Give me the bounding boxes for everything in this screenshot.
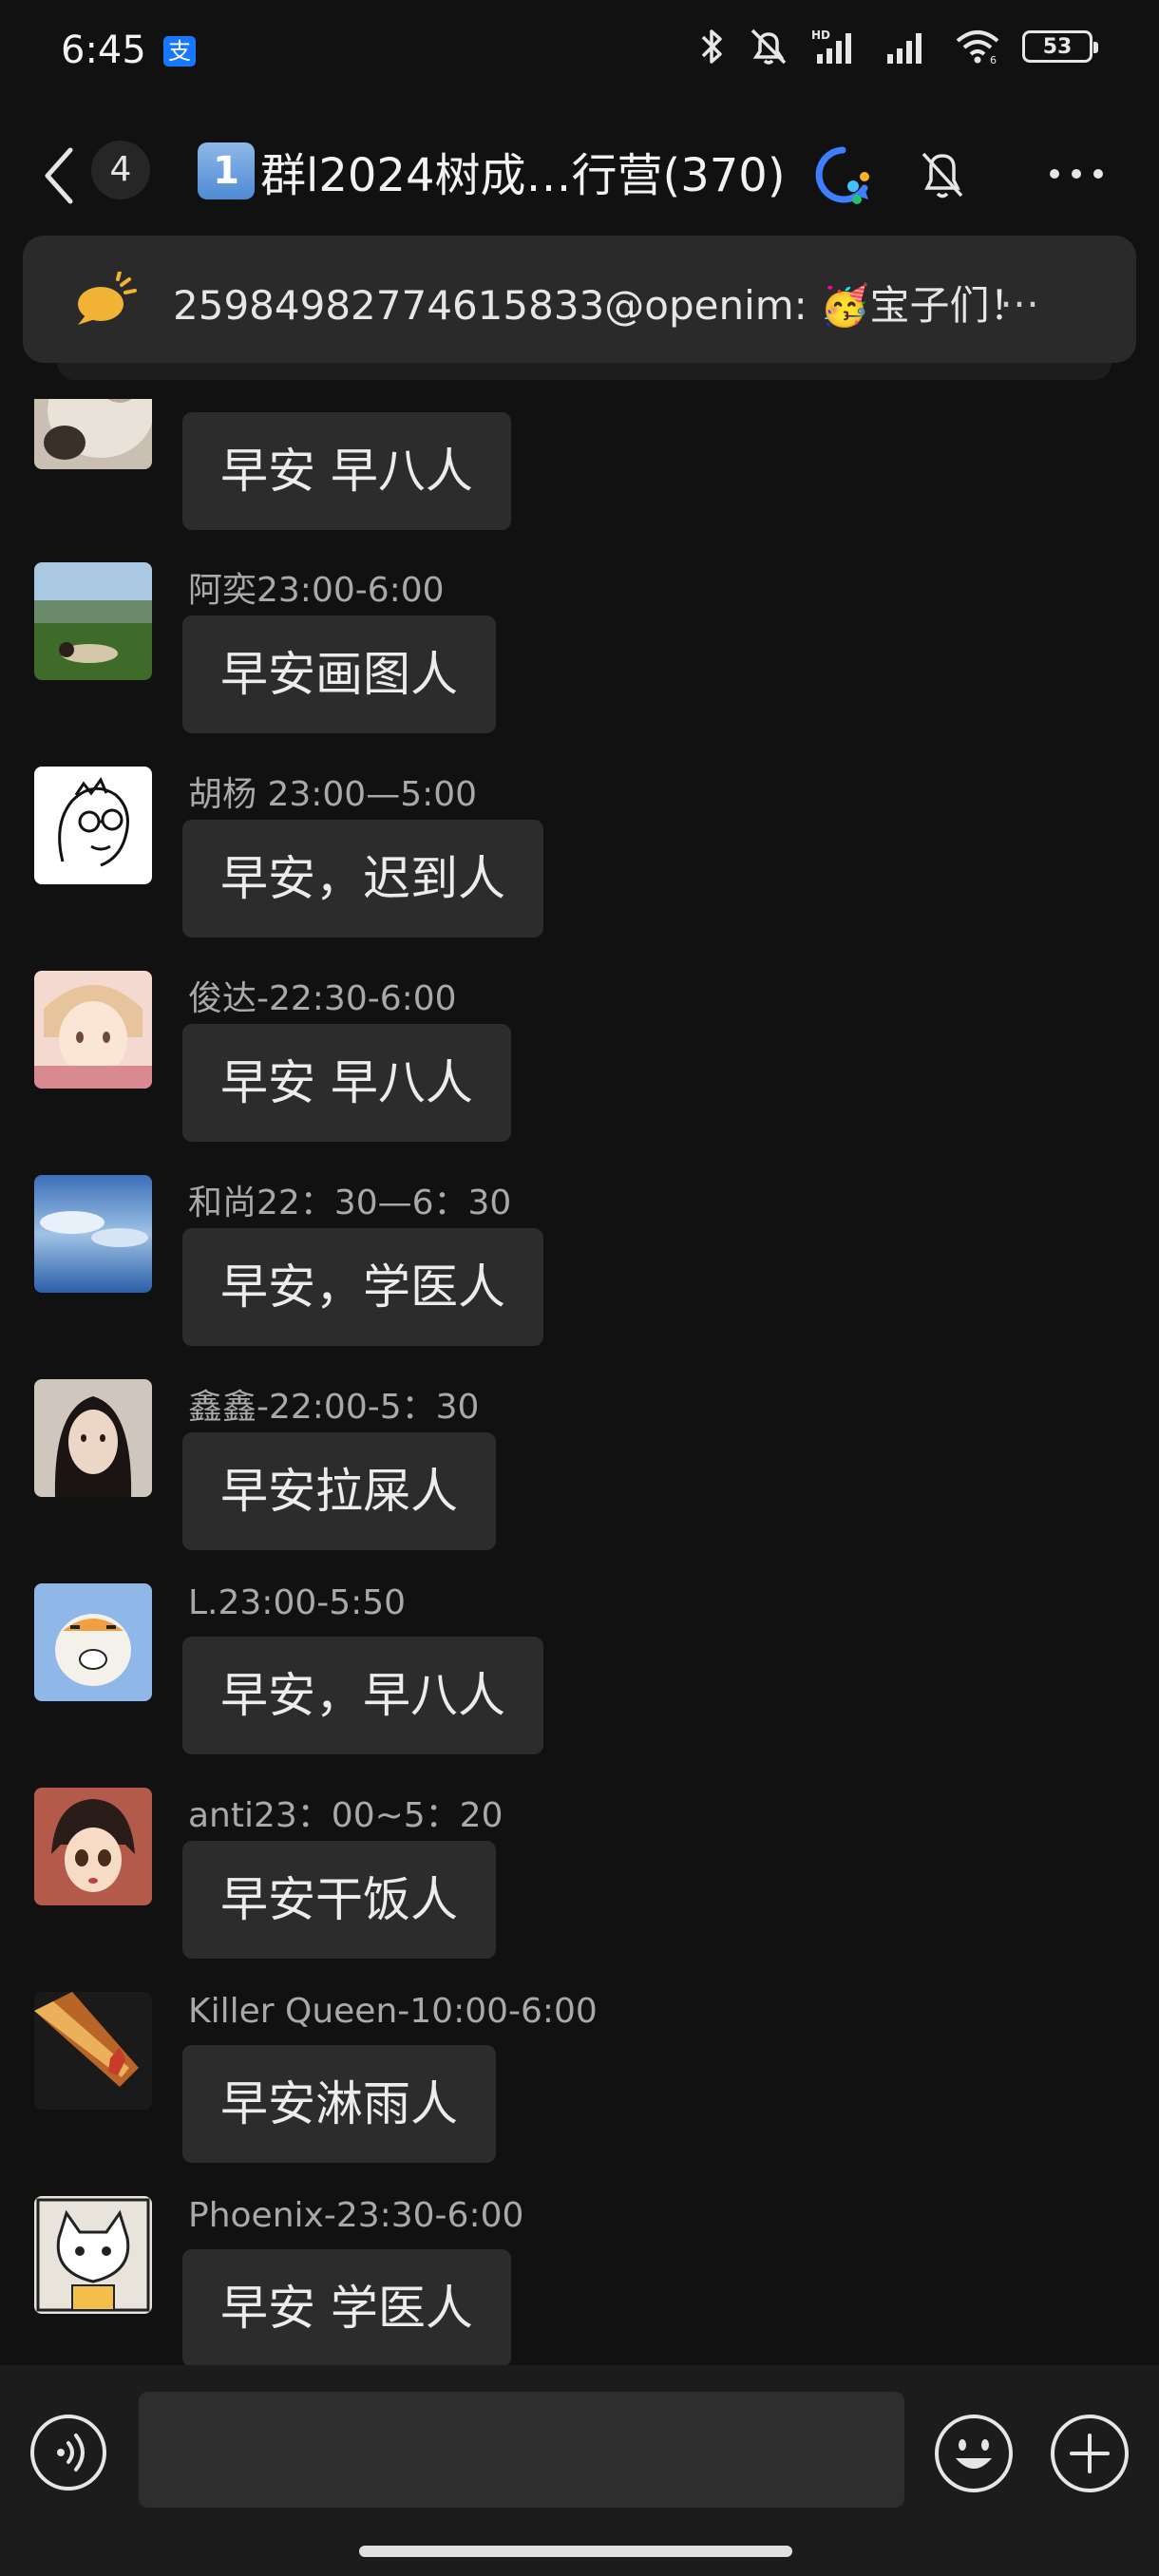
number-one-badge: 1	[198, 142, 255, 199]
pinned-message: 25984982774615833@openim: 🥳宝子们！	[173, 274, 1030, 331]
message-bubble[interactable]: 早安画图人	[182, 616, 496, 733]
avatar[interactable]	[34, 767, 152, 884]
message-bubble[interactable]: 早安 早八人	[182, 1024, 511, 1142]
bluetooth-icon	[701, 29, 722, 64]
avatar[interactable]	[34, 971, 152, 1089]
group-title[interactable]: 1 群l2024树成…行营(370)	[198, 138, 786, 204]
bell-off-icon[interactable]	[914, 141, 971, 207]
signal-hd-icon: HD	[811, 28, 851, 64]
mute-icon	[750, 28, 787, 65]
unread-count-badge[interactable]: 4	[91, 141, 150, 199]
message-bubble[interactable]: 早安，学医人	[182, 1228, 543, 1346]
avatar[interactable]	[34, 1992, 152, 2110]
message-list[interactable]: 早安 早八人 阿奕23:00-6:00 早安画图人 胡杨 23:00—5:00 …	[0, 399, 1159, 2365]
more-dots-icon[interactable]	[1045, 142, 1108, 205]
pinned-sender: 25984982774615833@openim:	[173, 282, 808, 329]
sender-name: 和尚22：30—6：30	[188, 1184, 512, 1222]
pinned-announcement[interactable]: 25984982774615833@openim: 🥳宝子们！ …	[23, 236, 1136, 363]
plus-icon[interactable]	[1049, 2413, 1130, 2494]
back-chevron-icon[interactable]	[36, 142, 84, 209]
input-bar	[0, 2365, 1159, 2576]
voice-icon[interactable]	[28, 2413, 108, 2492]
alipay-notification-icon: 支	[163, 36, 196, 66]
group-title-text: 群l2024树成…行营(370)	[260, 149, 786, 202]
avatar[interactable]	[34, 1583, 152, 1701]
sender-name: L.23:00-5:50	[188, 1583, 407, 1622]
sender-name: 俊达-22:30-6:00	[188, 979, 457, 1018]
sender-name: 鑫鑫-22:00-5：30	[188, 1388, 480, 1427]
signal-icon	[887, 33, 922, 64]
svg-text:HD: HD	[811, 28, 830, 42]
sender-name: Killer Queen-10:00-6:00	[188, 1992, 598, 2031]
message-bubble[interactable]: 早安干饭人	[182, 1841, 496, 1959]
message-input[interactable]	[139, 2392, 904, 2508]
message-bubble[interactable]: 早安，早八人	[182, 1637, 543, 1754]
sender-name: Phoenix-23:30-6:00	[188, 2196, 524, 2235]
party-emoji: 🥳	[820, 282, 870, 329]
svg-text:6: 6	[990, 54, 997, 66]
wifi-icon: 6	[956, 30, 999, 66]
sender-name: 阿奕23:00-6:00	[188, 571, 445, 610]
status-time: 6:45	[61, 28, 146, 72]
avatar[interactable]	[34, 1788, 152, 1905]
avatar[interactable]	[34, 1175, 152, 1293]
avatar[interactable]	[34, 2196, 152, 2314]
avatar[interactable]	[34, 1379, 152, 1497]
sender-name: anti23：00~5：20	[188, 1796, 504, 1835]
pinned-ellipsis: …	[999, 270, 1043, 316]
announcement-icon	[78, 272, 137, 325]
message-bubble[interactable]: 早安淋雨人	[182, 2045, 496, 2163]
avatar[interactable]	[34, 562, 152, 680]
message-bubble[interactable]: 早安拉屎人	[182, 1432, 496, 1550]
chat-header: 4 1 群l2024树成…行营(370)	[0, 104, 1159, 228]
sender-name: 胡杨 23:00—5:00	[188, 775, 478, 814]
battery-level: 53	[1042, 34, 1073, 59]
avatar[interactable]	[34, 399, 152, 469]
battery-icon: 53	[1022, 30, 1098, 63]
message-bubble[interactable]: 早安 学医人	[182, 2249, 511, 2365]
home-indicator[interactable]	[359, 2546, 792, 2557]
ai-assistant-icon[interactable]	[809, 142, 876, 209]
message-bubble[interactable]: 早安，迟到人	[182, 820, 543, 938]
emoji-icon[interactable]	[933, 2413, 1015, 2494]
message-bubble[interactable]: 早安 早八人	[182, 412, 511, 530]
status-icons: HD 6 53	[697, 27, 1098, 66]
status-bar: 6:45 支 HD 6 53	[0, 0, 1159, 104]
